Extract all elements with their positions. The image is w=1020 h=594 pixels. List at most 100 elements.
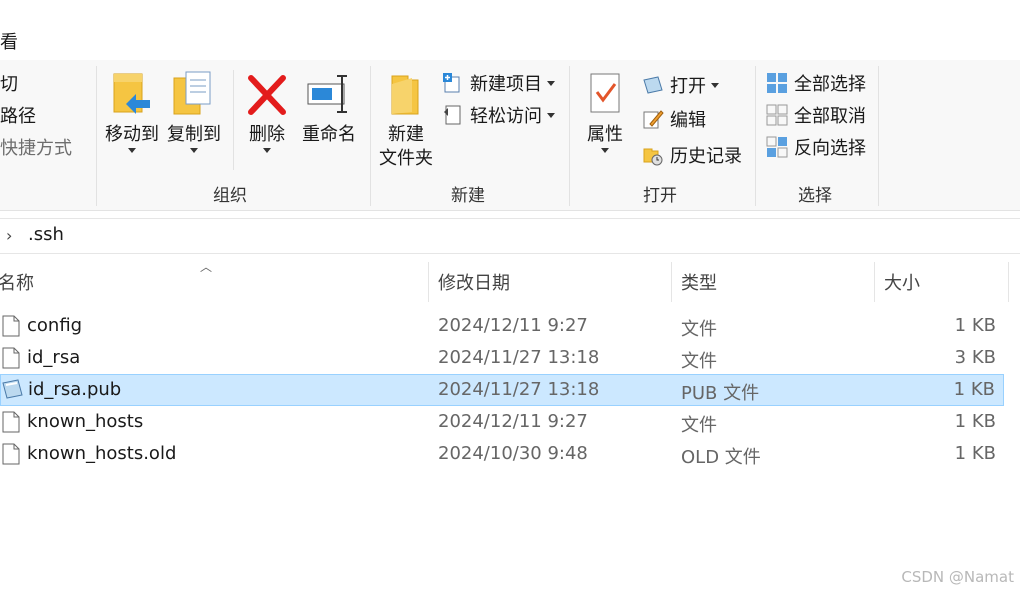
file-row[interactable]: known_hosts 2024/12/11 9:27 文件 1 KB [0,406,1004,438]
file-name: id_rsa [27,347,81,368]
ribbon-tab-row: 查看 [0,0,1020,60]
chevron-down-icon [547,80,555,86]
delete-label: 删除 [249,124,285,145]
copy-path-label: 复制路径 [0,106,36,127]
file-row-selected[interactable]: id_rsa.pub 2024/11/27 13:18 PUB 文件 1 KB [0,374,1004,406]
column-divider[interactable] [874,262,875,302]
properties-label: 属性 [587,124,623,145]
new-folder-label-1: 新建 [388,124,424,145]
easy-access-button[interactable]: 轻松访问 [442,102,555,128]
column-type-label: 类型 [681,273,717,294]
select-all-button[interactable]: 全部选择 [766,70,866,96]
ribbon-separator [96,66,97,206]
column-header-name[interactable]: 名称 [0,262,418,302]
ribbon-separator [755,66,756,206]
rename-button[interactable]: 重命名 [300,70,358,147]
select-all-label: 全部选择 [794,74,866,95]
file-name: known_hosts [27,411,144,432]
file-date: 2024/12/11 9:27 [438,411,588,432]
column-divider[interactable] [428,262,429,302]
file-name: known_hosts.old [27,443,177,464]
file-date: 2024/12/11 9:27 [438,315,588,336]
open-icon [643,76,663,94]
cut-button[interactable]: 剪切 [0,70,18,96]
file-icon [2,443,20,465]
select-all-icon [767,73,787,93]
file-type: 文件 [681,415,717,436]
column-header-size[interactable]: 大小 [884,262,1004,302]
new-group-label: 新建 [451,186,485,206]
history-icon [643,148,663,166]
new-folder-label-2: 文件夹 [379,148,433,169]
watermark: CSDN @Namat [901,568,1014,586]
file-date: 2024/10/30 9:48 [438,443,588,464]
invert-selection-button[interactable]: 反向选择 [766,134,866,160]
move-to-label: 移动到 [105,124,159,145]
open-button[interactable]: 打开 [642,72,719,98]
paste-shortcut-button[interactable]: 粘贴快捷方式 [0,134,72,160]
open-label: 打开 [670,76,706,97]
edit-label: 编辑 [670,110,706,131]
chevron-down-icon [547,112,555,118]
column-name-label: 名称 [0,273,34,294]
file-size: 1 KB [954,411,996,432]
delete-x-icon [248,75,286,115]
file-type: OLD 文件 [681,447,761,468]
new-item-button[interactable]: 新建项目 [442,70,555,96]
column-divider[interactable] [1008,262,1009,302]
chevron-down-icon [128,148,136,153]
rename-label: 重命名 [302,124,356,145]
invert-selection-label: 反向选择 [794,138,866,159]
address-bar[interactable]: › .ssh [0,218,1020,254]
copy-to-label: 复制到 [167,124,221,145]
select-group-label: 选择 [798,186,832,206]
move-to-button[interactable]: 移动到 [104,70,160,153]
easy-access-label: 轻松访问 [470,106,542,127]
properties-button[interactable]: 属性 [580,70,630,153]
file-name: id_rsa.pub [28,379,122,400]
tab-view[interactable]: 查看 [0,28,18,54]
file-type: PUB 文件 [681,383,760,404]
file-size: 3 KB [954,347,996,368]
ribbon-separator [569,66,570,206]
copy-to-button[interactable]: 复制到 [166,70,222,153]
new-item-icon [443,73,460,93]
copy-path-button[interactable]: 复制路径 [0,102,36,128]
column-header-type[interactable]: 类型 [681,262,866,302]
cut-label: 剪切 [0,74,18,95]
select-none-button[interactable]: 全部取消 [766,102,866,128]
pub-file-icon [2,379,23,399]
file-icon [2,315,20,337]
column-header-date[interactable]: 修改日期 [438,262,663,302]
select-none-label: 全部取消 [794,106,866,127]
file-name: config [27,315,83,336]
file-row[interactable]: id_rsa 2024/11/27 13:18 文件 3 KB [0,342,1004,374]
history-button[interactable]: 历史记录 [642,142,742,168]
chevron-down-icon [263,148,271,153]
file-row[interactable]: config 2024/12/11 9:27 文件 1 KB [0,310,1004,342]
ribbon-separator [878,66,879,206]
chevron-right-icon[interactable]: › [6,226,12,245]
edit-button[interactable]: 编辑 [642,106,706,132]
address-path[interactable]: .ssh [28,224,64,245]
file-date: 2024/11/27 13:18 [438,379,600,400]
delete-button[interactable]: 删除 [244,70,290,153]
ribbon: 剪切 复制路径 粘贴快捷方式 移动到 复制到 删除 [0,60,1020,211]
file-type: 文件 [681,319,717,340]
column-size-label: 大小 [884,273,920,294]
chevron-down-icon [190,148,198,153]
select-none-icon [766,104,788,126]
new-item-label: 新建项目 [470,74,542,95]
organize-group-label: 组织 [213,186,247,206]
paste-shortcut-label: 粘贴快捷方式 [0,138,72,159]
column-divider[interactable] [671,262,672,302]
easy-access-icon [444,105,461,125]
move-to-icon [113,73,150,114]
ribbon-separator [233,70,234,170]
file-row[interactable]: known_hosts.old 2024/10/30 9:48 OLD 文件 1… [0,438,1004,470]
new-folder-button[interactable]: 新建 文件夹 [378,70,434,171]
rename-icon [307,75,347,113]
file-size: 1 KB [954,315,996,336]
edit-icon [643,110,664,129]
ribbon-separator [370,66,371,206]
